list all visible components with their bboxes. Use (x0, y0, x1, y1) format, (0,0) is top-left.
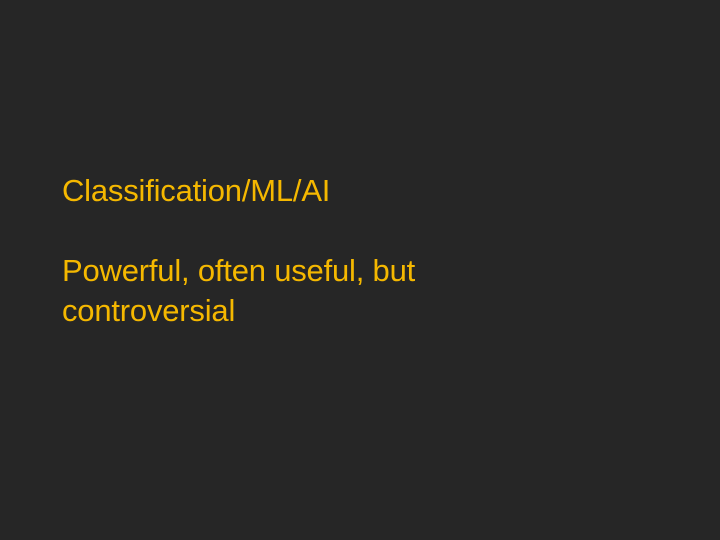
slide-body-line-1: Powerful, often useful, but (62, 253, 416, 288)
slide-body-line-2: controversial (62, 293, 236, 328)
presentation-slide: Classification/ML/AI Powerful, often use… (0, 0, 720, 540)
slide-title: Classification/ML/AI (62, 173, 331, 208)
slide-text-block: Classification/ML/AI Powerful, often use… (62, 171, 662, 331)
